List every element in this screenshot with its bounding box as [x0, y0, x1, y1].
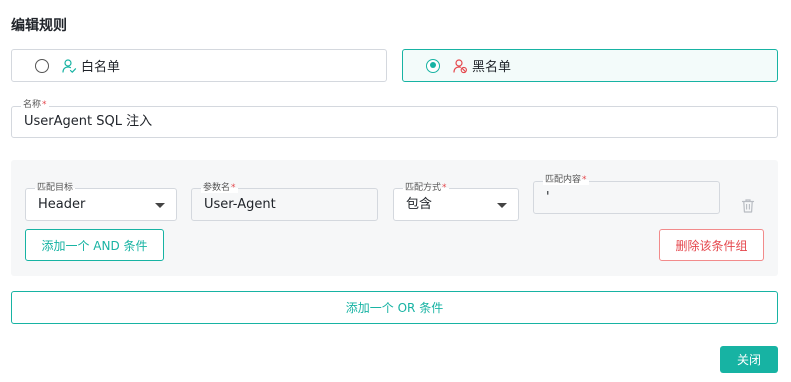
- blacklist-option[interactable]: 黑名单: [402, 49, 778, 82]
- caret-down-icon: [497, 203, 507, 208]
- match-method-value: 包含: [406, 197, 433, 212]
- delete-condition-group-button[interactable]: 删除该条件组: [659, 229, 764, 261]
- param-name-label: 参数名*: [201, 183, 238, 193]
- whitelist-option[interactable]: 白名单: [11, 49, 387, 82]
- name-field-label: 名称*: [21, 100, 49, 110]
- close-button[interactable]: 关闭: [720, 346, 778, 373]
- add-or-condition-button[interactable]: 添加一个 OR 条件: [11, 291, 778, 324]
- match-content-label: 匹配内容*: [543, 175, 589, 185]
- blacklist-label: 黑名单: [472, 60, 512, 75]
- user-check-icon: [61, 58, 77, 74]
- user-block-icon: [452, 58, 468, 74]
- dialog-title: 编辑规则: [11, 18, 67, 34]
- match-method-label: 匹配方式*: [403, 183, 449, 193]
- match-content-input[interactable]: ': [533, 181, 720, 214]
- match-target-label: 匹配目标: [35, 183, 76, 193]
- caret-down-icon: [155, 203, 165, 208]
- name-input[interactable]: UserAgent SQL 注入: [11, 106, 778, 138]
- blacklist-radio[interactable]: [426, 58, 440, 73]
- whitelist-radio[interactable]: [35, 58, 49, 73]
- add-and-condition-button[interactable]: 添加一个 AND 条件: [25, 229, 164, 261]
- trash-icon[interactable]: [741, 198, 755, 214]
- match-target-value: Header: [38, 197, 86, 212]
- whitelist-label: 白名单: [81, 60, 121, 75]
